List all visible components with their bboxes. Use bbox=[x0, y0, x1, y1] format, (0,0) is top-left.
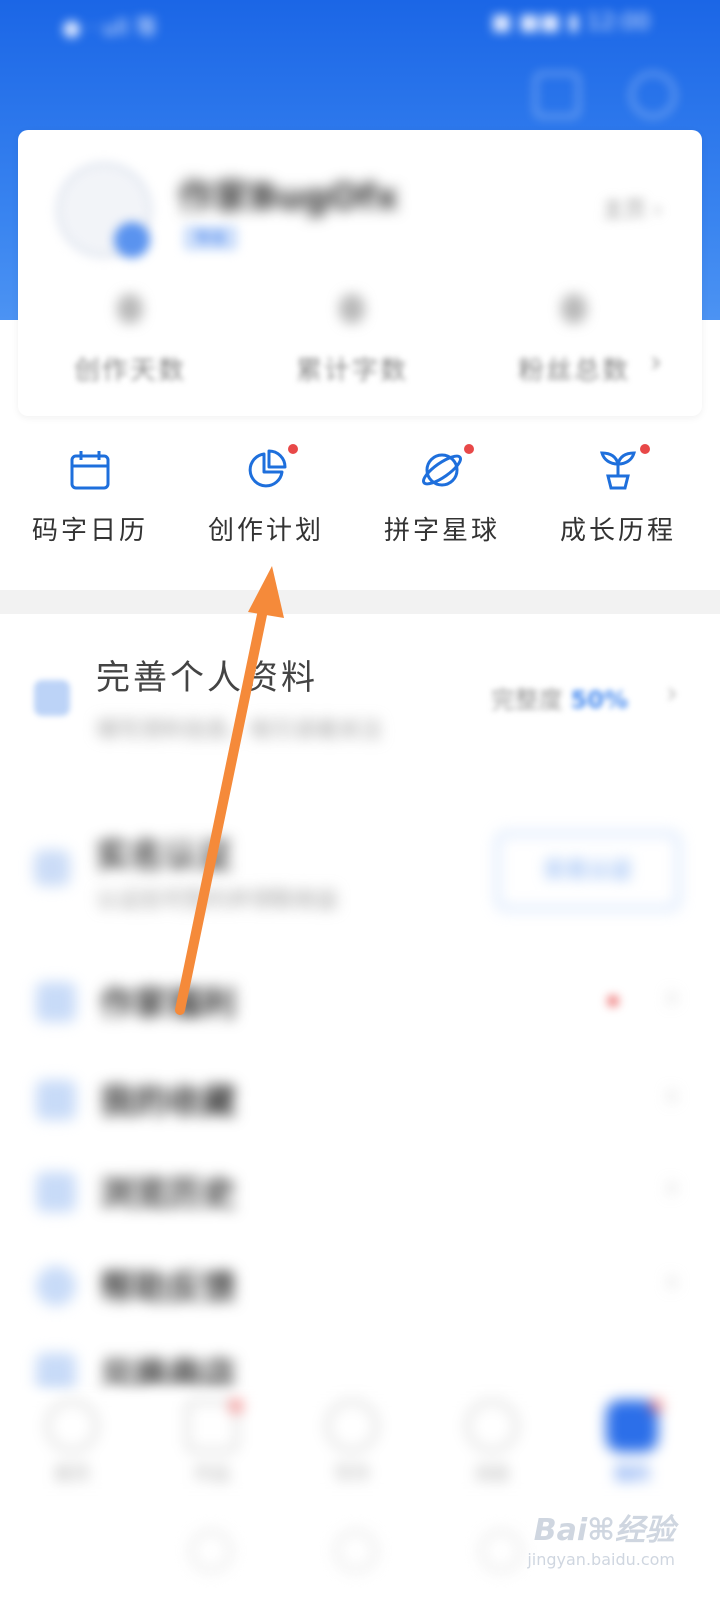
shortcut-label: 创作计划 bbox=[207, 516, 324, 546]
stat-label: 创作天数 bbox=[73, 356, 186, 386]
stat-label: 累计字数 bbox=[295, 356, 408, 386]
shortcut-label: 码字日历 bbox=[31, 516, 148, 546]
verify-row[interactable]: 实名认证 认证后可签约并领取收益 实名认证 bbox=[0, 820, 720, 930]
profile-card-icon bbox=[34, 680, 70, 716]
nav-write[interactable]: 写作 bbox=[292, 1400, 412, 1486]
stat-value: 0 bbox=[562, 290, 586, 330]
home-link[interactable]: 主页 › bbox=[602, 192, 662, 224]
history-icon bbox=[36, 1172, 76, 1212]
watermark-url: jingyan.baidu.com bbox=[527, 1550, 675, 1569]
profile-complete-title: 完善个人资料 bbox=[96, 658, 318, 698]
stat-label: 粉丝总数 bbox=[517, 356, 630, 386]
store-icon bbox=[36, 1353, 76, 1393]
notification-dot bbox=[640, 444, 650, 454]
stat-fans[interactable]: 0 粉丝总数 bbox=[474, 290, 674, 387]
shortcut-calendar[interactable]: 码字日历 bbox=[0, 430, 180, 547]
home-icon bbox=[46, 1400, 98, 1452]
status-left: ● · ull 等 bbox=[62, 16, 158, 41]
menu-item-label: 浏览历史 bbox=[100, 1174, 236, 1214]
section-divider bbox=[0, 590, 720, 614]
shortcut-planet[interactable]: 拼字星球 bbox=[352, 430, 532, 547]
scan-icon[interactable] bbox=[534, 72, 580, 118]
avatar-badge-icon bbox=[114, 222, 150, 258]
stat-value: 0 bbox=[340, 290, 364, 330]
shortcut-label: 成长历程 bbox=[559, 516, 676, 546]
chevron-right-icon: › bbox=[666, 1170, 678, 1205]
chevron-right-icon: › bbox=[650, 345, 662, 380]
menu-item-favorites[interactable]: 我的收藏 › bbox=[0, 1068, 720, 1148]
pie-chart-icon bbox=[248, 449, 287, 488]
sprout-icon bbox=[600, 451, 636, 490]
profile-card: 作家BugOfx 等级 主页 › 0 创作天数 0 累计字数 0 粉丝总数 › bbox=[18, 130, 702, 416]
profile-complete-subtitle: 填写资料信息，吸引读者关注 bbox=[96, 718, 383, 743]
menu-item-store[interactable]: 兑换商店 bbox=[0, 1345, 720, 1395]
completion-indicator: 完整度 50% bbox=[491, 680, 628, 715]
message-icon bbox=[466, 1400, 518, 1452]
verify-title: 实名认证 bbox=[96, 836, 232, 876]
bottom-navigation: 首页 作品 写作 消息 我的 bbox=[0, 1390, 720, 1500]
settings-icon[interactable] bbox=[630, 72, 676, 118]
author-name[interactable]: 作家BugOfx bbox=[178, 168, 398, 220]
status-right: ■ ■■ ▮ 12:00 bbox=[491, 10, 650, 35]
nav-home[interactable]: 首页 bbox=[12, 1400, 132, 1486]
diamond-icon bbox=[36, 982, 76, 1022]
chevron-right-icon: › bbox=[666, 676, 678, 711]
nav-label: 写作 bbox=[334, 1464, 370, 1485]
notification-dot bbox=[464, 444, 474, 454]
notification-dot bbox=[608, 996, 618, 1006]
notification-dot bbox=[650, 1400, 662, 1412]
calendar-icon bbox=[70, 451, 110, 490]
completion-label: 完整度 bbox=[490, 686, 563, 714]
shortcut-growth[interactable]: 成长历程 bbox=[528, 430, 708, 547]
help-icon bbox=[36, 1266, 76, 1306]
id-card-icon bbox=[34, 850, 70, 886]
menu-item-label: 兑换商店 bbox=[100, 1355, 236, 1395]
menu-item-label: 作家福利 bbox=[100, 984, 236, 1024]
menu-item-history[interactable]: 浏览历史 › bbox=[0, 1160, 720, 1240]
menu-item-label: 我的收藏 bbox=[100, 1082, 236, 1122]
nav-me[interactable]: 我的 bbox=[572, 1400, 692, 1486]
level-badge: 等级 bbox=[183, 225, 238, 251]
recents-icon[interactable] bbox=[480, 1530, 522, 1572]
nav-label: 首页 bbox=[54, 1464, 90, 1485]
home-button-icon[interactable] bbox=[335, 1530, 377, 1572]
status-bar: ● · ull 等 ■ ■■ ▮ 12:00 bbox=[0, 0, 720, 50]
back-icon[interactable] bbox=[190, 1530, 232, 1572]
verify-button[interactable]: 实名认证 bbox=[496, 832, 680, 910]
nav-label: 作品 bbox=[194, 1464, 230, 1485]
chevron-right-icon: › bbox=[666, 980, 678, 1015]
verify-subtitle: 认证后可签约并领取收益 bbox=[96, 888, 339, 913]
nav-messages[interactable]: 消息 bbox=[432, 1400, 552, 1486]
completion-value: 50% bbox=[570, 686, 628, 714]
nav-works[interactable]: 作品 bbox=[152, 1400, 272, 1486]
bookmark-icon bbox=[36, 1080, 76, 1120]
chevron-right-icon: › bbox=[666, 1078, 678, 1113]
pen-icon bbox=[326, 1400, 378, 1452]
notification-dot bbox=[230, 1400, 242, 1412]
profile-complete-row[interactable]: 完善个人资料 填写资料信息，吸引读者关注 完整度 50% › bbox=[0, 640, 720, 750]
nav-label: 我的 bbox=[614, 1464, 650, 1485]
stat-days[interactable]: 0 创作天数 bbox=[30, 290, 230, 387]
chevron-right-icon: › bbox=[666, 1264, 678, 1299]
shortcut-plan[interactable]: 创作计划 bbox=[176, 430, 356, 547]
nav-label: 消息 bbox=[474, 1464, 510, 1485]
stat-value: 0 bbox=[118, 290, 142, 330]
menu-item-label: 帮助反馈 bbox=[100, 1268, 236, 1308]
shortcut-label: 拼字星球 bbox=[383, 516, 500, 546]
baidu-watermark: Bai⌘经验 bbox=[533, 1513, 675, 1548]
shortcut-bar: 码字日历 创作计划 拼字星球 成长历程 bbox=[0, 430, 720, 580]
menu-item-feedback[interactable]: 帮助反馈 › bbox=[0, 1254, 720, 1334]
planet-icon bbox=[422, 453, 462, 487]
notification-dot bbox=[288, 444, 298, 454]
menu-item-benefits[interactable]: 作家福利 › bbox=[0, 970, 720, 1050]
stat-words[interactable]: 0 累计字数 bbox=[252, 290, 452, 387]
